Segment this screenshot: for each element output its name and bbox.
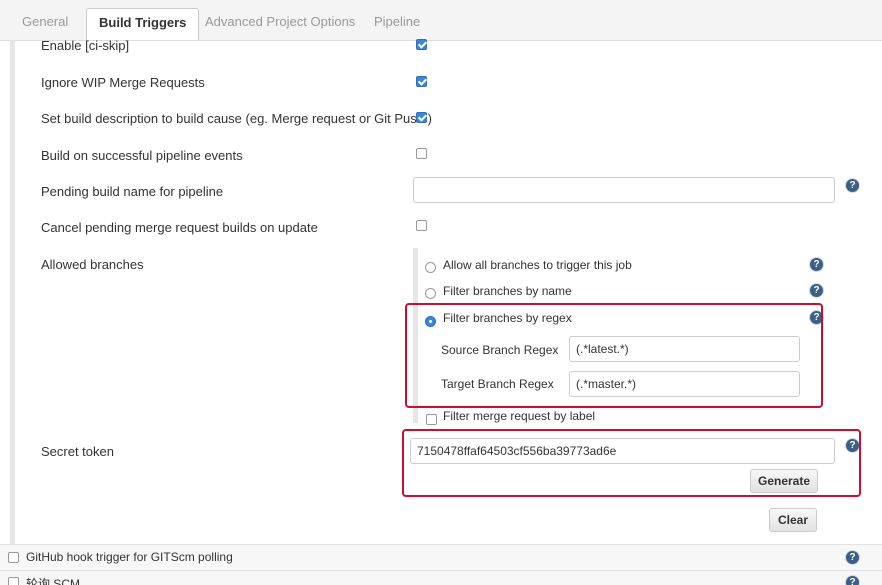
pending-build-name-input[interactable] [413, 177, 835, 203]
enable-ci-skip-label: Enable [ci-skip] [41, 38, 130, 53]
radio-filter-by-name[interactable] [425, 288, 436, 299]
help-icon[interactable]: ? [846, 551, 859, 564]
github-hook-row: GitHub hook trigger for GITScm polling ? [0, 544, 882, 570]
help-icon[interactable]: ? [810, 284, 823, 297]
allowed-branches-label: Allowed branches [41, 257, 144, 272]
tab-build-triggers[interactable]: Build Triggers [86, 8, 200, 40]
pipeline-events-label: Build on successful pipeline events [41, 148, 243, 163]
cancel-pending-label: Cancel pending merge request builds on u… [41, 220, 318, 235]
tab-advanced-project-options[interactable]: Advanced Project Options [193, 8, 367, 40]
filter-by-label-label: Filter merge request by label [443, 409, 596, 423]
tab-pipeline[interactable]: Pipeline [362, 8, 432, 40]
tab-bar: General Build Triggers Advanced Project … [0, 0, 882, 41]
github-hook-label: GitHub hook trigger for GITScm polling [26, 550, 233, 564]
build-description-label: Set build description to build cause (eg… [41, 111, 432, 126]
pending-build-name-label: Pending build name for pipeline [41, 184, 224, 199]
section-indent-bar [10, 40, 15, 544]
secret-token-label: Secret token [41, 444, 114, 459]
cancel-pending-checkbox[interactable] [416, 220, 427, 231]
help-icon[interactable]: ? [810, 258, 823, 271]
poll-scm-row: 轮询 SCM ? [0, 570, 882, 585]
github-hook-checkbox[interactable] [8, 552, 19, 563]
tab-general[interactable]: General [10, 8, 80, 40]
regex-highlight-box [405, 303, 823, 408]
pipeline-events-checkbox[interactable] [416, 148, 427, 159]
ignore-wip-label: Ignore WIP Merge Requests [41, 75, 205, 90]
clear-button[interactable]: Clear [769, 508, 817, 532]
ignore-wip-checkbox[interactable] [416, 76, 427, 87]
token-highlight-box [402, 429, 861, 497]
filter-by-name-label: Filter branches by name [443, 284, 572, 298]
enable-ci-skip-checkbox[interactable] [416, 39, 427, 50]
radio-allow-all-branches[interactable] [425, 262, 436, 273]
build-description-checkbox[interactable] [416, 112, 427, 123]
filter-by-label-checkbox[interactable] [426, 414, 437, 425]
help-icon[interactable]: ? [846, 179, 859, 192]
allow-all-branches-label: Allow all branches to trigger this job [443, 258, 632, 272]
